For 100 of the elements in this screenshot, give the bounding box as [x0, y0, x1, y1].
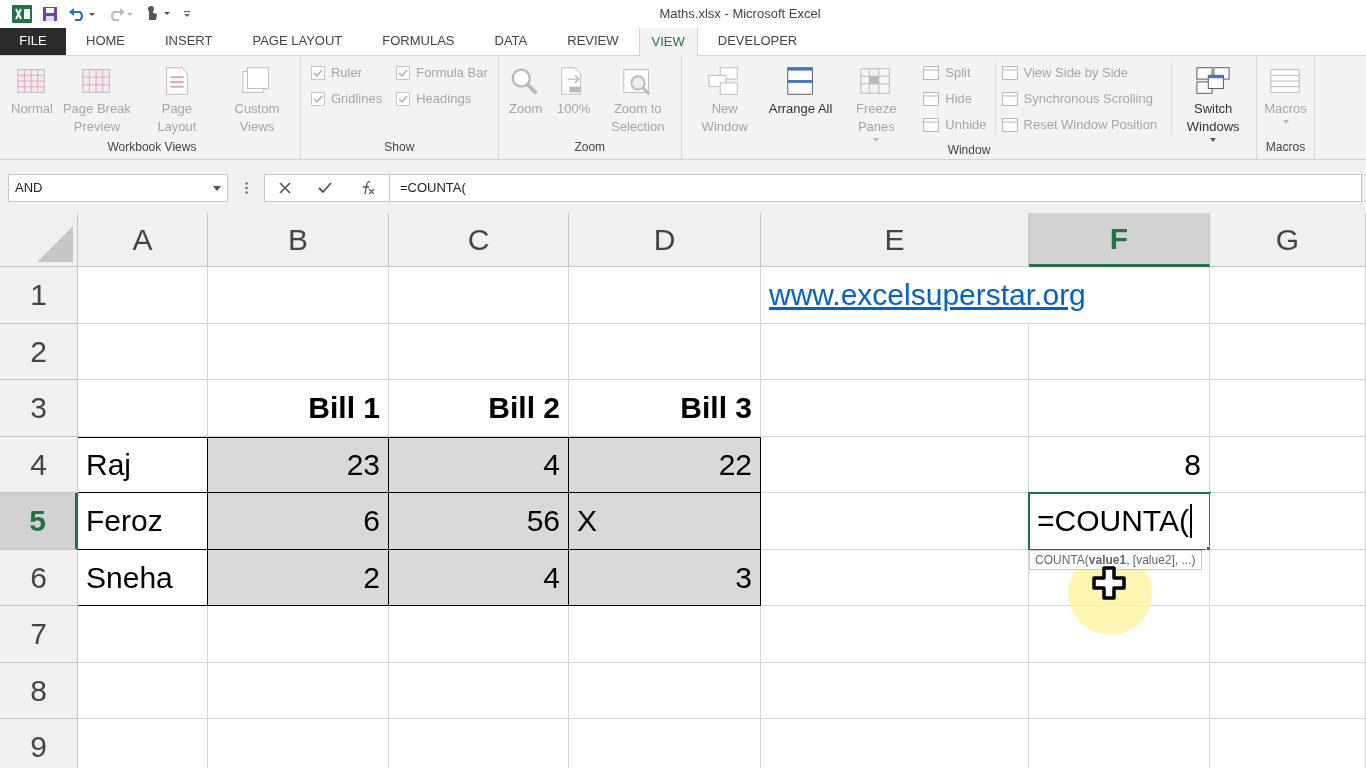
- more-options-icon[interactable]: [244, 182, 248, 194]
- table-cell[interactable]: [389, 662, 569, 719]
- row-header[interactable]: 5: [0, 493, 78, 550]
- table-cell[interactable]: [569, 267, 761, 324]
- ribbon-tab[interactable]: DATA: [474, 27, 548, 55]
- ribbon-button-icon: [1195, 65, 1232, 97]
- table-cell[interactable]: [761, 436, 1029, 493]
- cancel-icon[interactable]: [278, 182, 291, 194]
- row-header[interactable]: 7: [0, 606, 78, 663]
- row-header[interactable]: 2: [0, 323, 78, 380]
- table-cell[interactable]: [1210, 662, 1366, 719]
- row-header[interactable]: 1: [0, 267, 78, 324]
- table-cell[interactable]: [1210, 267, 1366, 324]
- table-cell[interactable]: [761, 549, 1029, 606]
- table-cell[interactable]: [208, 323, 389, 380]
- link[interactable]: www.excelsuperstar.org: [769, 272, 1086, 318]
- table-cell[interactable]: [761, 493, 1029, 550]
- table-cell[interactable]: [761, 606, 1029, 663]
- column-header[interactable]: A: [78, 213, 208, 267]
- row-header[interactable]: 9: [0, 719, 78, 768]
- table-cell[interactable]: [208, 662, 389, 719]
- enter-check-icon[interactable]: [318, 182, 332, 194]
- table-cell[interactable]: Feroz: [78, 493, 208, 550]
- cell-value: 6: [363, 503, 380, 540]
- table-cell[interactable]: [1029, 323, 1210, 380]
- formula-input[interactable]: =COUNTA(: [390, 174, 1362, 202]
- ribbon-tab[interactable]: DEVELOPER: [697, 27, 818, 55]
- table-cell[interactable]: [761, 662, 1029, 719]
- table-cell[interactable]: [1210, 549, 1366, 606]
- save-icon[interactable]: [42, 6, 58, 22]
- table-cell[interactable]: 6: [208, 493, 389, 550]
- file-tab[interactable]: FILE: [0, 27, 66, 55]
- table-cell[interactable]: 4: [389, 436, 569, 493]
- customize-toolbar-icon[interactable]: [182, 8, 192, 20]
- window-option-icon: [923, 66, 940, 80]
- table-cell[interactable]: [78, 606, 208, 663]
- column-header[interactable]: G: [1210, 213, 1366, 267]
- table-cell[interactable]: [78, 380, 208, 437]
- table-cell[interactable]: [1210, 323, 1366, 380]
- column-header[interactable]: B: [208, 213, 389, 267]
- table-cell[interactable]: [1210, 493, 1366, 550]
- table-cell[interactable]: [78, 323, 208, 380]
- table-cell[interactable]: [569, 662, 761, 719]
- table-cell[interactable]: [1210, 436, 1366, 493]
- table-cell[interactable]: 23: [208, 436, 389, 493]
- name-box[interactable]: AND: [8, 174, 228, 202]
- ribbon-tab[interactable]: VIEW: [638, 26, 698, 56]
- cell-value: 2: [363, 559, 380, 596]
- table-cell[interactable]: =COUNTA(: [1029, 493, 1210, 550]
- table-cell[interactable]: 8: [1029, 436, 1210, 493]
- table-cell[interactable]: [1029, 380, 1210, 437]
- cell-edit-text[interactable]: =COUNTA(: [1037, 505, 1189, 536]
- table-cell[interactable]: Bill 3: [569, 380, 761, 437]
- cell-value: 56: [526, 503, 560, 540]
- row-header[interactable]: 3: [0, 380, 78, 437]
- ribbon-tab[interactable]: HOME: [66, 27, 145, 55]
- table-cell[interactable]: X: [569, 493, 761, 550]
- ribbon-tab[interactable]: REVIEW: [547, 27, 639, 55]
- table-cell[interactable]: [569, 323, 761, 380]
- select-all-icon[interactable]: [37, 226, 73, 262]
- table-cell[interactable]: 2: [208, 549, 389, 606]
- table-cell[interactable]: 4: [389, 549, 569, 606]
- table-cell[interactable]: [1210, 606, 1366, 663]
- table-cell[interactable]: [1210, 380, 1366, 437]
- table-cell[interactable]: [78, 662, 208, 719]
- table-cell[interactable]: 3: [569, 549, 761, 606]
- table-cell[interactable]: [78, 267, 208, 324]
- table-cell[interactable]: Bill 1: [208, 380, 389, 437]
- table-cell[interactable]: www.excelsuperstar.org: [761, 267, 1210, 324]
- table-cell[interactable]: 22: [569, 436, 761, 493]
- table-cell[interactable]: Bill 2: [389, 380, 569, 437]
- ribbon-tab[interactable]: FORMULAS: [362, 27, 475, 55]
- column-header[interactable]: F: [1029, 213, 1210, 267]
- table-cell[interactable]: [208, 606, 389, 663]
- table-cell[interactable]: [761, 323, 1029, 380]
- table-cell[interactable]: [1029, 662, 1210, 719]
- excel-logo-icon[interactable]: [12, 5, 32, 23]
- table-cell[interactable]: 56: [389, 493, 569, 550]
- group-label: Window: [947, 142, 991, 159]
- row-header[interactable]: 6: [0, 549, 78, 606]
- table-cell[interactable]: [389, 606, 569, 663]
- table-cell[interactable]: [569, 606, 761, 663]
- column-header[interactable]: D: [569, 213, 761, 267]
- cell-value: 3: [735, 559, 752, 596]
- column-header[interactable]: E: [761, 213, 1029, 267]
- ribbon-tab[interactable]: INSERT: [145, 27, 233, 55]
- table-cell[interactable]: [208, 267, 389, 324]
- table-cell[interactable]: Sneha: [78, 549, 208, 606]
- table-cell[interactable]: [761, 380, 1029, 437]
- ribbon-button[interactable]: Switch Windows: [1174, 62, 1253, 142]
- undo-icon[interactable]: [68, 6, 96, 22]
- table-cell[interactable]: Raj: [78, 436, 208, 493]
- column-header[interactable]: C: [389, 213, 569, 267]
- table-cell[interactable]: [389, 267, 569, 324]
- row-header[interactable]: 4: [0, 436, 78, 493]
- ribbon-tab[interactable]: PAGE LAYOUT: [232, 27, 363, 55]
- row-header[interactable]: 8: [0, 662, 78, 719]
- window-option-icon: [1001, 118, 1018, 132]
- ribbon-button[interactable]: Arrange All: [765, 62, 836, 118]
- table-cell[interactable]: [389, 323, 569, 380]
